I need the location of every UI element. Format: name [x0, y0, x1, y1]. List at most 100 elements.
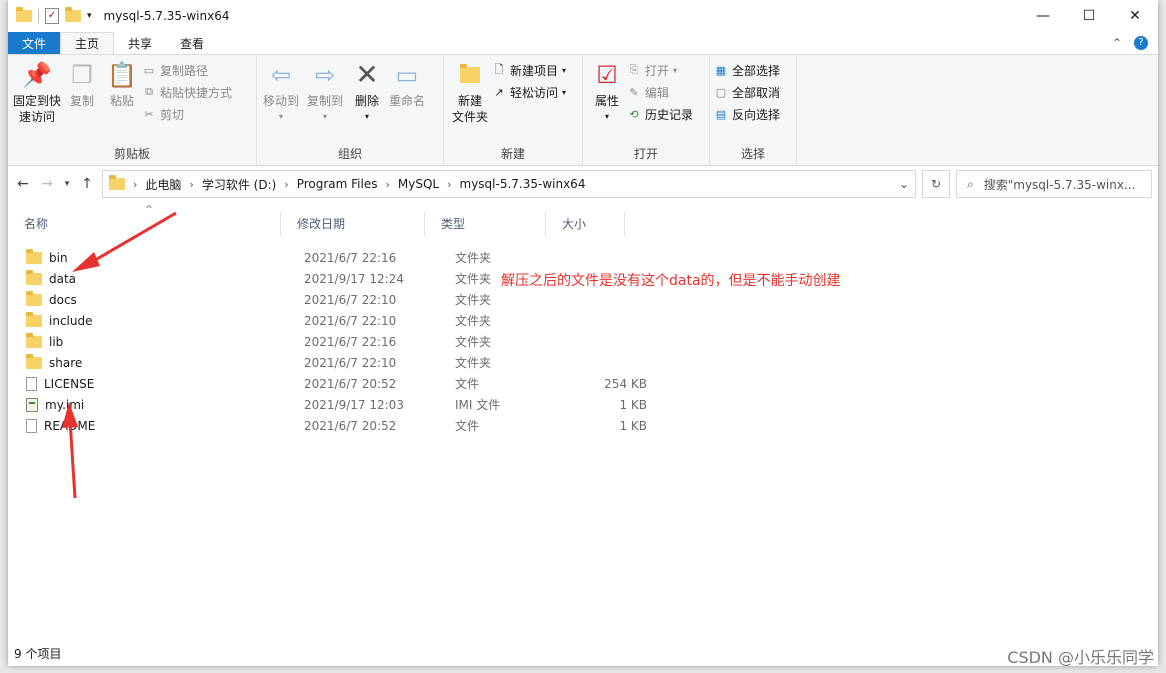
delete-button[interactable]: ✕ 删除 ▾: [349, 59, 385, 125]
column-type[interactable]: 类型: [425, 212, 546, 236]
back-arrow-icon[interactable]: ←: [14, 176, 32, 192]
ribbon: 📌 固定到快 速访问 ❐ 复制 📋 粘贴 ▭ 复制路径 ⧉ 粘贴快捷方式 ✂ 剪切: [8, 54, 1158, 166]
file-type: 文件夹: [455, 335, 492, 349]
search-icon: ⌕: [967, 176, 974, 191]
file-row[interactable]: share 2021/6/7 22:10 文件夹: [8, 352, 647, 373]
file-type: 文件: [455, 377, 480, 391]
file-name-cell: LICENSE: [8, 376, 290, 391]
file-row[interactable]: docs 2021/6/7 22:10 文件夹: [8, 289, 647, 310]
chevron-right-icon[interactable]: ›: [385, 178, 389, 191]
paste-shortcut-button[interactable]: ⧉ 粘贴快捷方式: [142, 83, 232, 101]
chevron-right-icon[interactable]: ›: [284, 178, 288, 191]
copy-path-button[interactable]: ▭ 复制路径: [142, 61, 232, 79]
copy-to-button[interactable]: ⇨ 复制到 ▾: [301, 59, 349, 125]
tab-view[interactable]: 查看: [166, 32, 218, 54]
breadcrumb-item[interactable]: mysql-5.7.35-winx64: [460, 177, 586, 191]
minimize-button[interactable]: —: [1020, 0, 1066, 32]
file-row[interactable]: my.imi 2021/9/17 12:03 IMI 文件 1 KB: [8, 394, 647, 415]
invert-selection-button[interactable]: ▤ 反向选择: [714, 105, 780, 123]
file-row[interactable]: include 2021/6/7 22:10 文件夹: [8, 310, 647, 331]
recent-dropdown-icon[interactable]: ▾: [62, 179, 72, 189]
easy-access-label: 轻松访问: [510, 85, 559, 100]
window-title: mysql-5.7.35-winx64: [103, 9, 230, 23]
breadcrumb-item[interactable]: 学习软件 (D:): [202, 176, 276, 193]
pin-quick-access-button[interactable]: 📌 固定到快 速访问: [12, 59, 62, 125]
select-all-label: 全部选择: [732, 63, 781, 78]
breadcrumb-item[interactable]: Program Files: [297, 177, 378, 191]
breadcrumb-item[interactable]: 此电脑: [145, 176, 181, 193]
customize-toolbar-icon[interactable]: ▾: [87, 11, 92, 21]
easy-access-button[interactable]: ↗ 轻松访问 ▾: [492, 83, 566, 101]
paste-label: 粘贴: [109, 94, 134, 108]
file-row[interactable]: LICENSE 2021/6/7 20:52 文件 254 KB: [8, 373, 647, 394]
copy-label: 复制: [69, 94, 94, 108]
tab-share[interactable]: 共享: [114, 32, 166, 54]
group-label-open: 打开: [633, 147, 658, 161]
refresh-button[interactable]: ↻: [922, 170, 950, 198]
up-arrow-icon[interactable]: ↑: [78, 176, 96, 192]
folder-icon: [26, 332, 42, 348]
file-name: lib: [49, 334, 64, 349]
file-type: 文件夹: [455, 251, 492, 265]
tab-file[interactable]: 文件: [8, 32, 61, 54]
new-folder-icon[interactable]: [65, 7, 81, 22]
file-name: README: [44, 418, 96, 433]
close-button[interactable]: ✕: [1112, 0, 1158, 32]
address-bar[interactable]: › 此电脑 › 学习软件 (D:) › Program Files › MySQ…: [102, 170, 916, 198]
select-none-icon: ▢: [715, 85, 727, 99]
file-date: 2021/6/7 22:16: [304, 250, 397, 265]
file-icon: [26, 418, 37, 433]
chevron-right-icon[interactable]: ›: [133, 178, 137, 191]
cut-button[interactable]: ✂ 剪切: [142, 105, 232, 123]
chevron-right-icon[interactable]: ›: [189, 178, 193, 191]
help-icon[interactable]: ?: [1134, 36, 1148, 50]
column-name[interactable]: 名称: [8, 212, 281, 236]
column-size[interactable]: 大小: [546, 212, 625, 236]
forward-arrow-icon[interactable]: →: [38, 176, 56, 192]
copy-button[interactable]: ❐ 复制: [62, 59, 102, 109]
pin-label-line1: 固定到快: [12, 94, 61, 108]
edit-button[interactable]: ✎ 编辑: [627, 83, 693, 101]
paste-shortcut-label: 粘贴快捷方式: [160, 85, 233, 100]
copy-path-icon: ▭: [143, 63, 155, 77]
tab-home[interactable]: 主页: [60, 32, 115, 54]
properties-check-icon[interactable]: ✓: [45, 8, 59, 24]
title-bar: ✓ ▾ mysql-5.7.35-winx64 — ☐ ✕: [8, 0, 1158, 32]
ribbon-tabs: 文件 主页 共享 查看 ⌃ ?: [8, 32, 1158, 54]
group-label-clipboard: 剪贴板: [113, 147, 150, 161]
open-button[interactable]: ⎘ 打开 ▾: [627, 61, 693, 79]
history-button[interactable]: ⟲ 历史记录: [627, 105, 693, 123]
file-name-cell: include: [8, 311, 290, 328]
copy-to-icon: ⇨: [314, 61, 336, 89]
properties-button[interactable]: ☑ 属性 ▾: [587, 59, 627, 125]
select-all-button[interactable]: ▦ 全部选择: [714, 61, 780, 79]
maximize-button[interactable]: ☐: [1066, 0, 1112, 32]
file-type: 文件夹: [455, 356, 492, 370]
file-row[interactable]: lib 2021/6/7 22:16 文件夹: [8, 331, 647, 352]
group-label-select: 选择: [740, 147, 765, 161]
search-placeholder: 搜索"mysql-5.7.35-winx...: [983, 177, 1136, 192]
address-dropdown-icon[interactable]: ⌄: [893, 177, 915, 191]
dropdown-icon: ▾: [562, 87, 567, 97]
new-item-button[interactable]: 🗋 新建项目 ▾: [492, 61, 566, 79]
move-to-button[interactable]: ⇦ 移动到 ▾: [261, 59, 301, 125]
group-new: 新建 文件夹 🗋 新建项目 ▾ ↗ 轻松访问 ▾ 新建: [444, 55, 583, 165]
paste-button[interactable]: 📋 粘贴: [102, 59, 142, 109]
file-row[interactable]: bin 2021/6/7 22:16 文件夹: [8, 247, 647, 268]
separator: [38, 9, 39, 23]
file-row[interactable]: README 2021/6/7 20:52 文件 1 KB: [8, 415, 647, 436]
history-icon: ⟲: [629, 107, 639, 121]
file-type: 文件: [455, 419, 480, 433]
search-input[interactable]: ⌕ 搜索"mysql-5.7.35-winx...: [956, 170, 1152, 198]
column-date[interactable]: 修改日期: [281, 212, 425, 236]
chevron-right-icon[interactable]: ›: [447, 178, 451, 191]
select-none-button[interactable]: ▢ 全部取消: [714, 83, 780, 101]
folder-icon: [26, 311, 42, 327]
file-date: 2021/6/7 22:10: [304, 292, 397, 307]
invert-selection-icon: ▤: [715, 107, 727, 121]
breadcrumb-item[interactable]: MySQL: [398, 177, 439, 191]
collapse-ribbon-icon[interactable]: ⌃: [1112, 36, 1122, 50]
new-folder-button[interactable]: 新建 文件夹: [448, 59, 492, 125]
select-none-label: 全部取消: [732, 85, 781, 100]
rename-button[interactable]: ▭ 重命名: [385, 59, 429, 109]
